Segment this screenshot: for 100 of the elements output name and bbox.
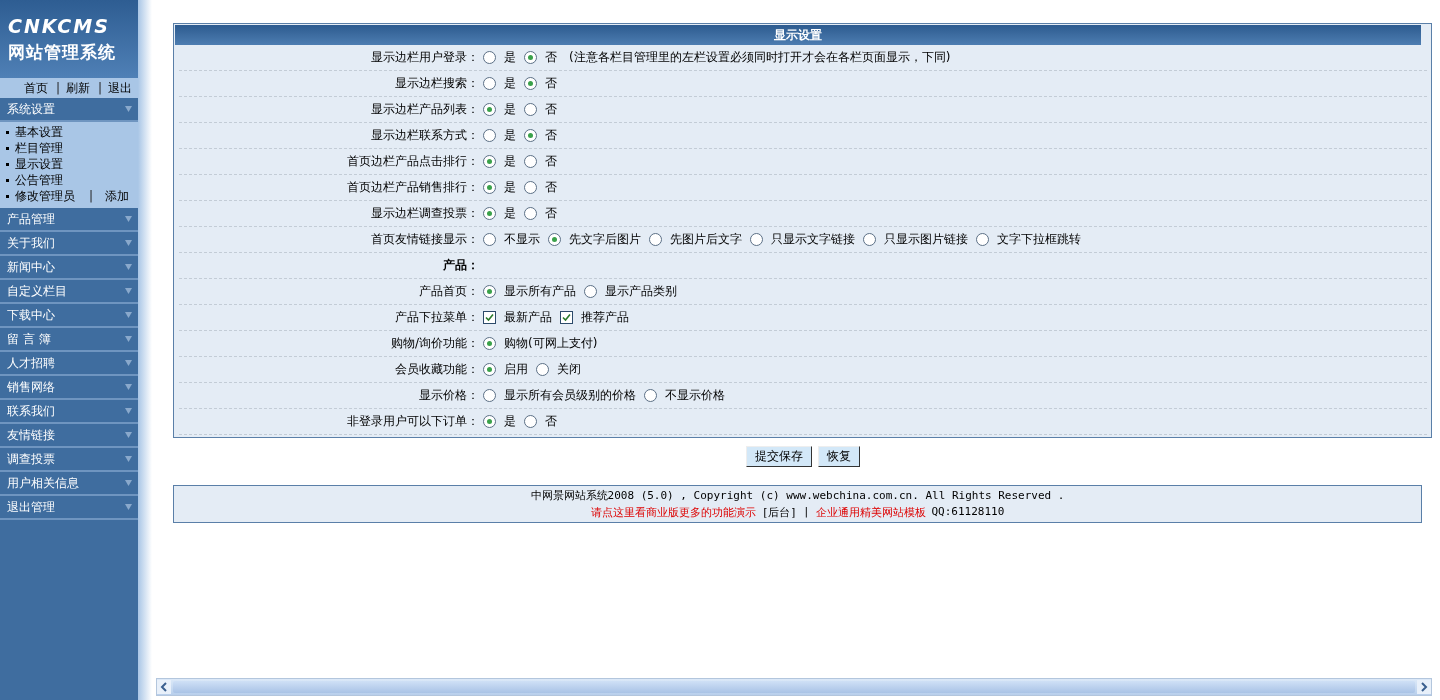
- radio-button[interactable]: [483, 233, 496, 246]
- radio-button[interactable]: [524, 155, 537, 168]
- field-label: 首页友情链接显示：: [370, 231, 479, 248]
- field-label: 显示价格：: [418, 387, 479, 404]
- footer-text: QQ:61128110: [931, 505, 1005, 520]
- radio-option[interactable]: 是: [483, 49, 516, 66]
- radio-option[interactable]: 先图片后文字: [649, 231, 742, 248]
- caret-icon: [125, 432, 132, 438]
- radio-button[interactable]: [483, 207, 496, 220]
- radio-option[interactable]: 只显示文字链接: [750, 231, 855, 248]
- radio-option[interactable]: 购物(可网上支付): [483, 335, 598, 352]
- caret-icon: [125, 336, 132, 342]
- radio-button[interactable]: [483, 129, 496, 142]
- radio-button[interactable]: [483, 181, 496, 194]
- radio-option[interactable]: 是: [483, 101, 516, 118]
- footer-text: [后台]: [761, 505, 797, 520]
- radio-button[interactable]: [976, 233, 989, 246]
- radio-option[interactable]: 是: [483, 75, 516, 92]
- radio-option[interactable]: 是: [483, 127, 516, 144]
- radio-option[interactable]: 关闭: [536, 361, 581, 378]
- reset-button[interactable]: 恢复: [817, 446, 860, 467]
- radio-button[interactable]: [524, 103, 537, 116]
- radio-button[interactable]: [548, 233, 561, 246]
- radio-button[interactable]: [483, 363, 496, 376]
- radio-option[interactable]: 是: [483, 413, 516, 430]
- top-link[interactable]: 首页: [23, 79, 48, 97]
- field-label: 显示边栏用户登录：: [370, 49, 479, 66]
- radio-option[interactable]: 否: [524, 101, 557, 118]
- caret-icon: [125, 384, 132, 390]
- radio-option[interactable]: 否: [524, 153, 557, 170]
- top-link[interactable]: 刷新: [65, 79, 90, 97]
- radio-option[interactable]: 是: [483, 153, 516, 170]
- submenu-link[interactable]: 显示设置: [15, 155, 63, 173]
- radio-button[interactable]: [863, 233, 876, 246]
- horizontal-scrollbar[interactable]: [156, 678, 1432, 696]
- radio-button[interactable]: [483, 285, 496, 298]
- footer-link[interactable]: 企业通用精美网站模板: [815, 505, 926, 520]
- field-label: 产品首页：: [418, 283, 479, 300]
- radio-button[interactable]: [483, 77, 496, 90]
- top-link[interactable]: 退出: [108, 79, 132, 97]
- radio-option[interactable]: 显示所有会员级别的价格: [483, 387, 636, 404]
- radio-option[interactable]: 不显示: [483, 231, 540, 248]
- logo: CNKCMS 网站管理系统: [0, 0, 138, 78]
- radio-option[interactable]: 否: [524, 179, 557, 196]
- caret-icon: [125, 264, 132, 270]
- radio-option[interactable]: 显示产品类别: [584, 283, 677, 300]
- checkbox[interactable]: [483, 311, 496, 324]
- radio-button[interactable]: [483, 337, 496, 350]
- submenu-link[interactable]: 公告管理: [15, 171, 63, 189]
- radio-button[interactable]: [644, 389, 657, 402]
- radio-button[interactable]: [524, 77, 537, 90]
- scroll-left-icon[interactable]: [157, 680, 171, 694]
- radio-option[interactable]: 先文字后图片: [548, 231, 641, 248]
- field-label: 首页边栏产品点击排行：: [346, 153, 479, 170]
- separator: |: [55, 81, 60, 95]
- radio-option[interactable]: 只显示图片链接: [863, 231, 968, 248]
- save-button[interactable]: 提交保存: [745, 446, 812, 467]
- radio-button[interactable]: [524, 181, 537, 194]
- submenu-link[interactable]: 添加: [105, 187, 130, 205]
- field-label: 显示边栏搜索：: [394, 75, 479, 92]
- radio-button[interactable]: [649, 233, 662, 246]
- radio-option[interactable]: 文字下拉框跳转: [976, 231, 1081, 248]
- field-label: 显示边栏联系方式：: [370, 127, 479, 144]
- scrollbar-thumb[interactable]: [173, 681, 1415, 693]
- radio-option[interactable]: 不显示价格: [644, 387, 725, 404]
- radio-option[interactable]: 显示所有产品: [483, 283, 576, 300]
- submenu-link[interactable]: 栏目管理: [15, 139, 63, 157]
- radio-button[interactable]: [536, 363, 549, 376]
- field-label: 购物/询价功能：: [389, 335, 479, 352]
- radio-button[interactable]: [483, 103, 496, 116]
- radio-button[interactable]: [750, 233, 763, 246]
- radio-option[interactable]: 启用: [483, 361, 528, 378]
- radio-button[interactable]: [584, 285, 597, 298]
- radio-option[interactable]: 否: [524, 75, 557, 92]
- radio-option[interactable]: 是: [483, 205, 516, 222]
- checkbox[interactable]: [560, 311, 573, 324]
- field-label: 首页边栏产品销售排行：: [346, 179, 479, 196]
- radio-option[interactable]: 否: [524, 49, 557, 66]
- field-label: 会员收藏功能：: [394, 361, 479, 378]
- caret-icon: [125, 408, 132, 414]
- radio-button[interactable]: [524, 207, 537, 220]
- radio-button[interactable]: [524, 51, 537, 64]
- radio-button[interactable]: [483, 389, 496, 402]
- radio-option[interactable]: 是: [483, 179, 516, 196]
- checkbox-option[interactable]: 推荐产品: [560, 309, 629, 326]
- submenu-link[interactable]: 基本设置: [15, 123, 63, 141]
- radio-option[interactable]: 否: [524, 205, 557, 222]
- radio-option[interactable]: 否: [524, 127, 557, 144]
- radio-button[interactable]: [524, 415, 537, 428]
- bullet-icon: [6, 194, 9, 198]
- scroll-right-icon[interactable]: [1417, 680, 1431, 694]
- radio-option[interactable]: 否: [524, 413, 557, 430]
- submenu-link[interactable]: 修改管理员: [15, 187, 75, 205]
- footer-link[interactable]: 请点这里看商业版更多的功能演示: [590, 505, 756, 520]
- checkbox-option[interactable]: 最新产品: [483, 309, 552, 326]
- radio-button[interactable]: [483, 51, 496, 64]
- footer-text: |: [802, 505, 810, 520]
- radio-button[interactable]: [524, 129, 537, 142]
- radio-button[interactable]: [483, 155, 496, 168]
- radio-button[interactable]: [483, 415, 496, 428]
